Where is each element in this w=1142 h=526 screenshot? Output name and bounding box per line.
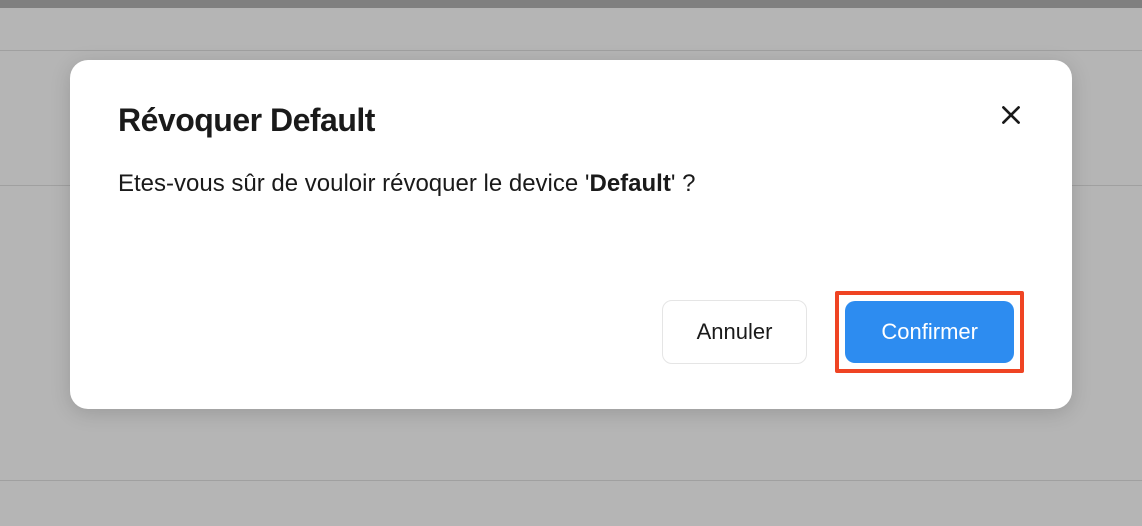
close-icon bbox=[998, 102, 1024, 131]
dialog-message-suffix: ' ? bbox=[671, 170, 696, 197]
cancel-button[interactable]: Annuler bbox=[662, 300, 808, 364]
dialog-device-name: Default bbox=[589, 170, 670, 197]
confirm-dialog: Révoquer Default Etes-vous sûr de vouloi… bbox=[70, 60, 1072, 409]
dialog-title: Révoquer Default bbox=[118, 102, 375, 139]
dialog-message-prefix: Etes-vous sûr de vouloir révoquer le dev… bbox=[118, 170, 589, 197]
dialog-body: Etes-vous sûr de vouloir révoquer le dev… bbox=[118, 167, 1024, 201]
confirm-button-highlight: Confirmer bbox=[835, 291, 1024, 373]
dialog-footer: Annuler Confirmer bbox=[118, 291, 1024, 373]
background-line bbox=[0, 50, 1142, 51]
background-line bbox=[0, 480, 1142, 481]
confirm-button[interactable]: Confirmer bbox=[845, 301, 1014, 363]
close-button[interactable] bbox=[994, 98, 1028, 135]
dialog-header: Révoquer Default bbox=[118, 102, 1024, 139]
top-bar bbox=[0, 0, 1142, 8]
